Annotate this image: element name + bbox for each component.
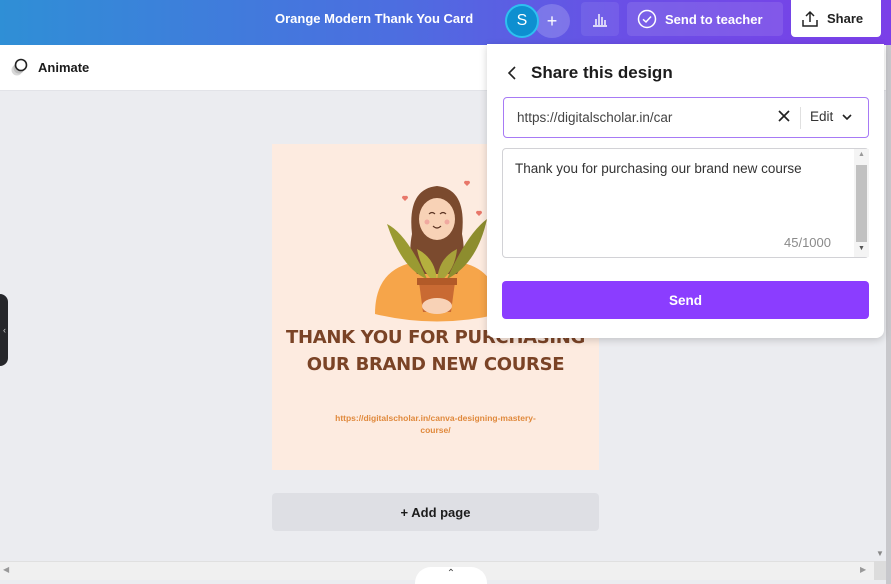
woman-with-plant-illustration (375, 180, 499, 322)
close-icon[interactable] (776, 108, 792, 124)
share-button[interactable]: Share (791, 0, 881, 37)
avatar-initial: S (516, 12, 528, 29)
panel-header: Share this design (507, 63, 673, 83)
chevron-left-icon[interactable] (507, 65, 517, 81)
chevron-up-icon: ⌃ (446, 568, 456, 579)
bar-chart-icon (593, 14, 607, 27)
panel-title: Share this design (531, 63, 673, 82)
message-text[interactable]: Thank you for purchasing our brand new c… (515, 161, 802, 176)
chevron-down-icon (842, 113, 852, 120)
scroll-left-arrow-icon[interactable]: ◀ (3, 565, 9, 574)
window-edge (886, 45, 891, 584)
upload-icon (802, 10, 818, 27)
scroll-up-arrow-icon[interactable]: ▲ (858, 151, 865, 158)
send-to-teacher-button[interactable]: Send to teacher (627, 2, 783, 36)
divider (800, 107, 801, 129)
scroll-down-arrow-icon[interactable]: ▼ (876, 549, 884, 558)
top-bar: Orange Modern Thank You Card + S Send to… (0, 0, 891, 45)
add-member-button[interactable]: + (534, 4, 570, 38)
collapse-side-panel-button[interactable]: ‹ (0, 294, 8, 366)
message-textarea[interactable]: Thank you for purchasing our brand new c… (502, 148, 869, 258)
add-page-button[interactable]: + Add page (272, 493, 599, 531)
share-panel: Share this design Edit Thank you for pur… (487, 44, 884, 338)
scrollbar-corner (874, 561, 886, 580)
animate-button[interactable]: Animate (10, 57, 89, 77)
document-title[interactable]: Orange Modern Thank You Card (275, 11, 473, 26)
character-count: 45/1000 (784, 235, 831, 250)
share-link-input[interactable] (517, 110, 767, 125)
animate-label: Animate (38, 59, 90, 75)
plus-icon: + (546, 10, 558, 31)
scroll-down-arrow-icon[interactable]: ▼ (858, 245, 865, 252)
permission-dropdown[interactable]: Edit (810, 109, 852, 124)
textarea-scrollbar[interactable]: ▲ ▼ (854, 149, 869, 257)
scrollbar-thumb[interactable] (856, 165, 867, 242)
scroll-right-arrow-icon[interactable]: ▶ (860, 565, 866, 574)
check-circle-icon (637, 9, 657, 29)
avatar[interactable]: S (505, 4, 539, 38)
insights-button[interactable] (581, 2, 619, 36)
animate-icon (11, 58, 28, 76)
send-to-teacher-label: Send to teacher (665, 11, 763, 27)
card-url-text[interactable]: https://digitalscholar.in/canva-designin… (322, 412, 549, 436)
show-pages-button[interactable]: ⌃ (415, 567, 487, 584)
chevron-left-icon: ‹ (3, 325, 6, 335)
share-label: Share (827, 11, 864, 26)
share-link-field: Edit (503, 97, 869, 138)
send-button[interactable]: Send (502, 281, 869, 319)
permission-label: Edit (810, 109, 834, 124)
